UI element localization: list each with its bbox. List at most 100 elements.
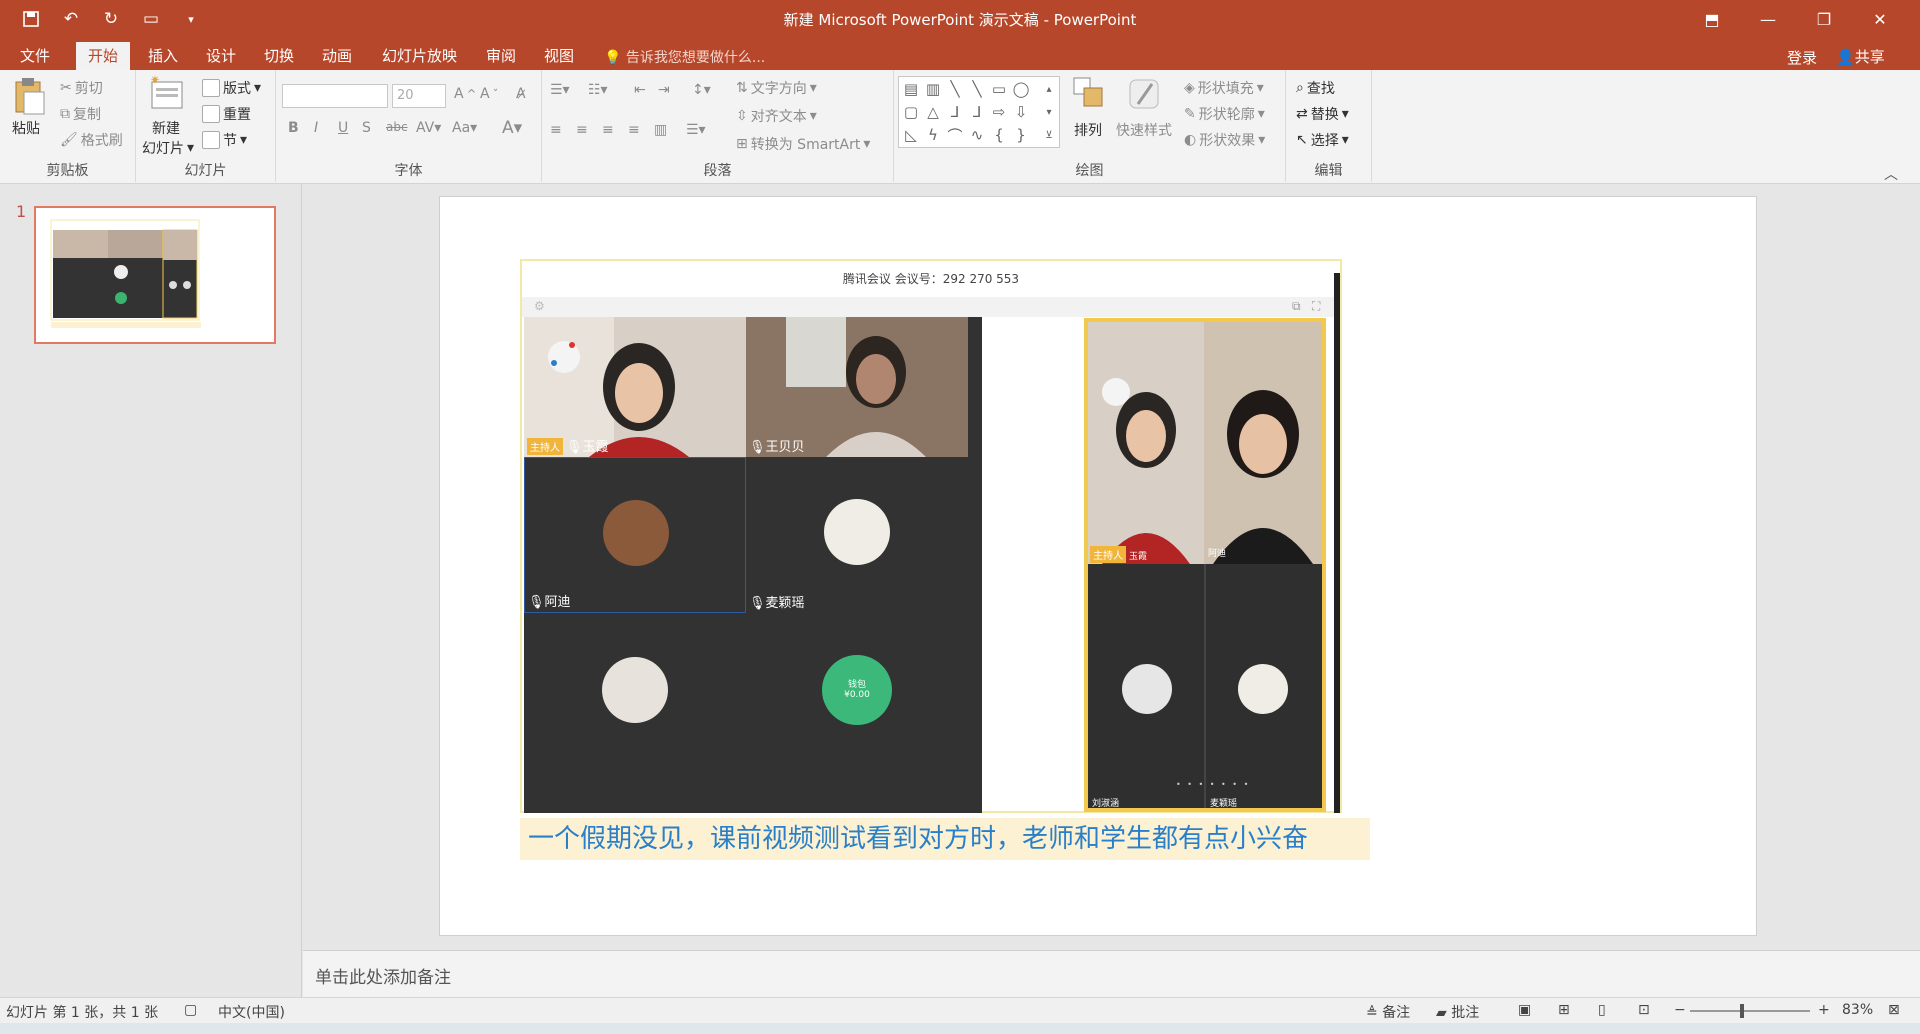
italic-icon[interactable]: I <box>314 120 318 136</box>
quick-styles-button[interactable]: 快速样式 <box>1116 120 1172 140</box>
login-link[interactable]: 登录 <box>1787 47 1817 68</box>
arrange-button[interactable]: 排列 <box>1074 120 1102 140</box>
tell-me-search[interactable]: 💡 告诉我您想要做什么... <box>604 47 765 67</box>
line-shape-icon[interactable]: ╲ <box>945 79 965 99</box>
strikethrough-icon[interactable]: abc <box>386 120 408 134</box>
align-text-button[interactable]: ⇳ 对齐文本 ▾ <box>736 106 817 126</box>
tab-slideshow[interactable]: 幻灯片放映 <box>370 42 469 70</box>
cut-button[interactable]: ✂ 剪切 <box>60 78 103 98</box>
align-left-icon[interactable]: ≡ <box>550 122 562 138</box>
tab-file[interactable]: 文件 <box>8 42 62 70</box>
arc-shape-icon[interactable]: ⌒ <box>945 125 965 145</box>
arrow-line-shape-icon[interactable]: ╲ <box>967 79 987 99</box>
collapse-ribbon-icon[interactable]: ︿ <box>1884 164 1898 184</box>
textbox-shape-icon[interactable]: ▤ <box>901 79 921 99</box>
left-brace-shape-icon[interactable]: { <box>989 125 1009 145</box>
rectangle-shape-icon[interactable]: ▭ <box>989 79 1009 99</box>
slide-sorter-icon[interactable]: ⊞ <box>1558 1002 1570 1018</box>
tab-design[interactable]: 设计 <box>194 42 248 70</box>
justify-icon[interactable]: ≡ <box>628 122 640 138</box>
elbow-connector-shape-icon[interactable]: ⅃ <box>945 102 965 122</box>
shadow-icon[interactable]: S <box>362 120 371 136</box>
shapes-gallery[interactable]: ▤ ▥ ╲ ╲ ▭ ◯ ▢ △ ⅃ ⅃ ⇨ ⇩ ◺ ϟ ⌒ ∿ { } ▴ ▾ … <box>898 76 1060 148</box>
restore-button[interactable]: ❐ <box>1796 0 1852 38</box>
clear-format-icon[interactable]: A̷ <box>516 86 526 102</box>
new-slide-dropdown[interactable]: 幻灯片 ▾ <box>142 138 194 158</box>
underline-icon[interactable]: U <box>338 120 348 136</box>
close-button[interactable]: ✕ <box>1852 0 1908 38</box>
new-slide-icon[interactable]: ✷ <box>148 73 186 114</box>
zoom-out-button[interactable]: − <box>1674 1002 1686 1018</box>
vtextbox-shape-icon[interactable]: ▥ <box>923 79 943 99</box>
format-painter-button[interactable]: 🖌 格式刷 <box>60 130 123 150</box>
zoom-level[interactable]: 83% <box>1842 1002 1873 1018</box>
spellcheck-icon[interactable]: ▢ <box>184 1002 197 1018</box>
oval-shape-icon[interactable]: ◯ <box>1011 79 1031 99</box>
replace-button[interactable]: ⇄ 替换 ▾ <box>1296 104 1349 124</box>
tab-review[interactable]: 审阅 <box>474 42 528 70</box>
fit-to-window-icon[interactable]: ⊠ <box>1888 1002 1900 1018</box>
tab-animations[interactable]: 动画 <box>310 42 364 70</box>
increase-indent-icon[interactable]: ⇥ <box>658 82 670 98</box>
tab-home[interactable]: 开始 <box>76 42 131 70</box>
gallery-scroll-down-icon[interactable]: ▾ <box>1039 102 1059 122</box>
notes-pane[interactable]: 单击此处添加备注 <box>303 950 1920 997</box>
bold-icon[interactable]: B <box>288 120 299 136</box>
triangle-shape-icon[interactable]: △ <box>923 102 943 122</box>
grow-font-icon[interactable]: A ^ <box>454 86 476 102</box>
font-name-field[interactable] <box>282 84 388 108</box>
share-button[interactable]: 👤共享 <box>1836 46 1885 67</box>
zoom-slider-thumb[interactable] <box>1740 1004 1744 1018</box>
slide-thumbnail[interactable] <box>34 206 276 344</box>
zoom-in-button[interactable]: + <box>1818 1002 1830 1018</box>
font-size-field[interactable]: 20 <box>392 84 446 108</box>
notes-toggle[interactable]: ≜ 备注 <box>1366 1002 1410 1022</box>
gallery-more-icon[interactable]: ⊻ <box>1039 125 1059 145</box>
decrease-indent-icon[interactable]: ⇤ <box>634 82 646 98</box>
gallery-scroll-up-icon[interactable]: ▴ <box>1039 79 1059 99</box>
shape-outline-button[interactable]: ✎ 形状轮廓 ▾ <box>1184 104 1265 124</box>
ribbon-display-options-icon[interactable]: ⬒ <box>1684 0 1740 38</box>
freeform-shape-icon[interactable]: ◺ <box>901 125 921 145</box>
select-button[interactable]: ↖ 选择 ▾ <box>1296 130 1349 150</box>
copy-button[interactable]: ⧉ 复制 <box>60 104 101 124</box>
line-spacing-icon[interactable]: ↕▾ <box>692 82 711 98</box>
shape-effects-button[interactable]: ◐ 形状效果 ▾ <box>1184 130 1265 150</box>
font-color-icon[interactable]: A▾ <box>502 118 522 138</box>
down-arrow-shape-icon[interactable]: ⇩ <box>1011 102 1031 122</box>
minimize-button[interactable]: — <box>1740 0 1796 38</box>
paste-button[interactable]: 粘贴 <box>12 118 40 138</box>
columns-icon[interactable]: ▥ <box>654 122 667 138</box>
section-button[interactable]: 节 ▾ <box>202 130 247 150</box>
slide-caption[interactable]: 一个假期没见，课前视频测试看到对方时，老师和学生都有点小兴奋 <box>520 818 1370 860</box>
comments-toggle[interactable]: ▰ 批注 <box>1436 1002 1479 1022</box>
reset-button[interactable]: 重置 <box>202 104 251 124</box>
new-slide-label[interactable]: 新建 <box>152 118 180 138</box>
lightning-shape-icon[interactable]: ϟ <box>923 125 943 145</box>
align-center-icon[interactable]: ≡ <box>576 122 588 138</box>
bullets-icon[interactable]: ☰▾ <box>550 82 570 98</box>
tab-insert[interactable]: 插入 <box>136 42 190 70</box>
curve-shape-icon[interactable]: ∿ <box>967 125 987 145</box>
rounded-rect-shape-icon[interactable]: ▢ <box>901 102 921 122</box>
language-indicator[interactable]: 中文(中国) <box>218 1002 285 1022</box>
right-arrow-shape-icon[interactable]: ⇨ <box>989 102 1009 122</box>
shape-fill-button[interactable]: ◈ 形状填充 ▾ <box>1184 78 1264 98</box>
reading-view-icon[interactable]: ▯ <box>1598 1002 1606 1018</box>
tab-transitions[interactable]: 切换 <box>252 42 306 70</box>
para-distributed-icon[interactable]: ☰▾ <box>686 122 706 138</box>
quick-styles-icon[interactable] <box>1124 74 1162 114</box>
slideshow-view-icon[interactable]: ⊡ <box>1638 1002 1650 1018</box>
smartart-button[interactable]: ⊞ 转换为 SmartArt ▾ <box>736 134 870 154</box>
shrink-font-icon[interactable]: Aˇ <box>480 86 498 102</box>
paste-icon[interactable] <box>10 76 48 116</box>
zoom-slider[interactable] <box>1690 1004 1810 1018</box>
right-brace-shape-icon[interactable]: } <box>1011 125 1031 145</box>
arrange-icon[interactable] <box>1070 74 1108 114</box>
numbering-icon[interactable]: ☷▾ <box>588 82 608 98</box>
text-direction-button[interactable]: ⇅ 文字方向 ▾ <box>736 78 817 98</box>
layout-button[interactable]: 版式 ▾ <box>202 78 261 98</box>
change-case-icon[interactable]: Aa▾ <box>452 120 477 136</box>
tab-view[interactable]: 视图 <box>532 42 586 70</box>
find-button[interactable]: ⌕ 查找 <box>1296 78 1335 98</box>
